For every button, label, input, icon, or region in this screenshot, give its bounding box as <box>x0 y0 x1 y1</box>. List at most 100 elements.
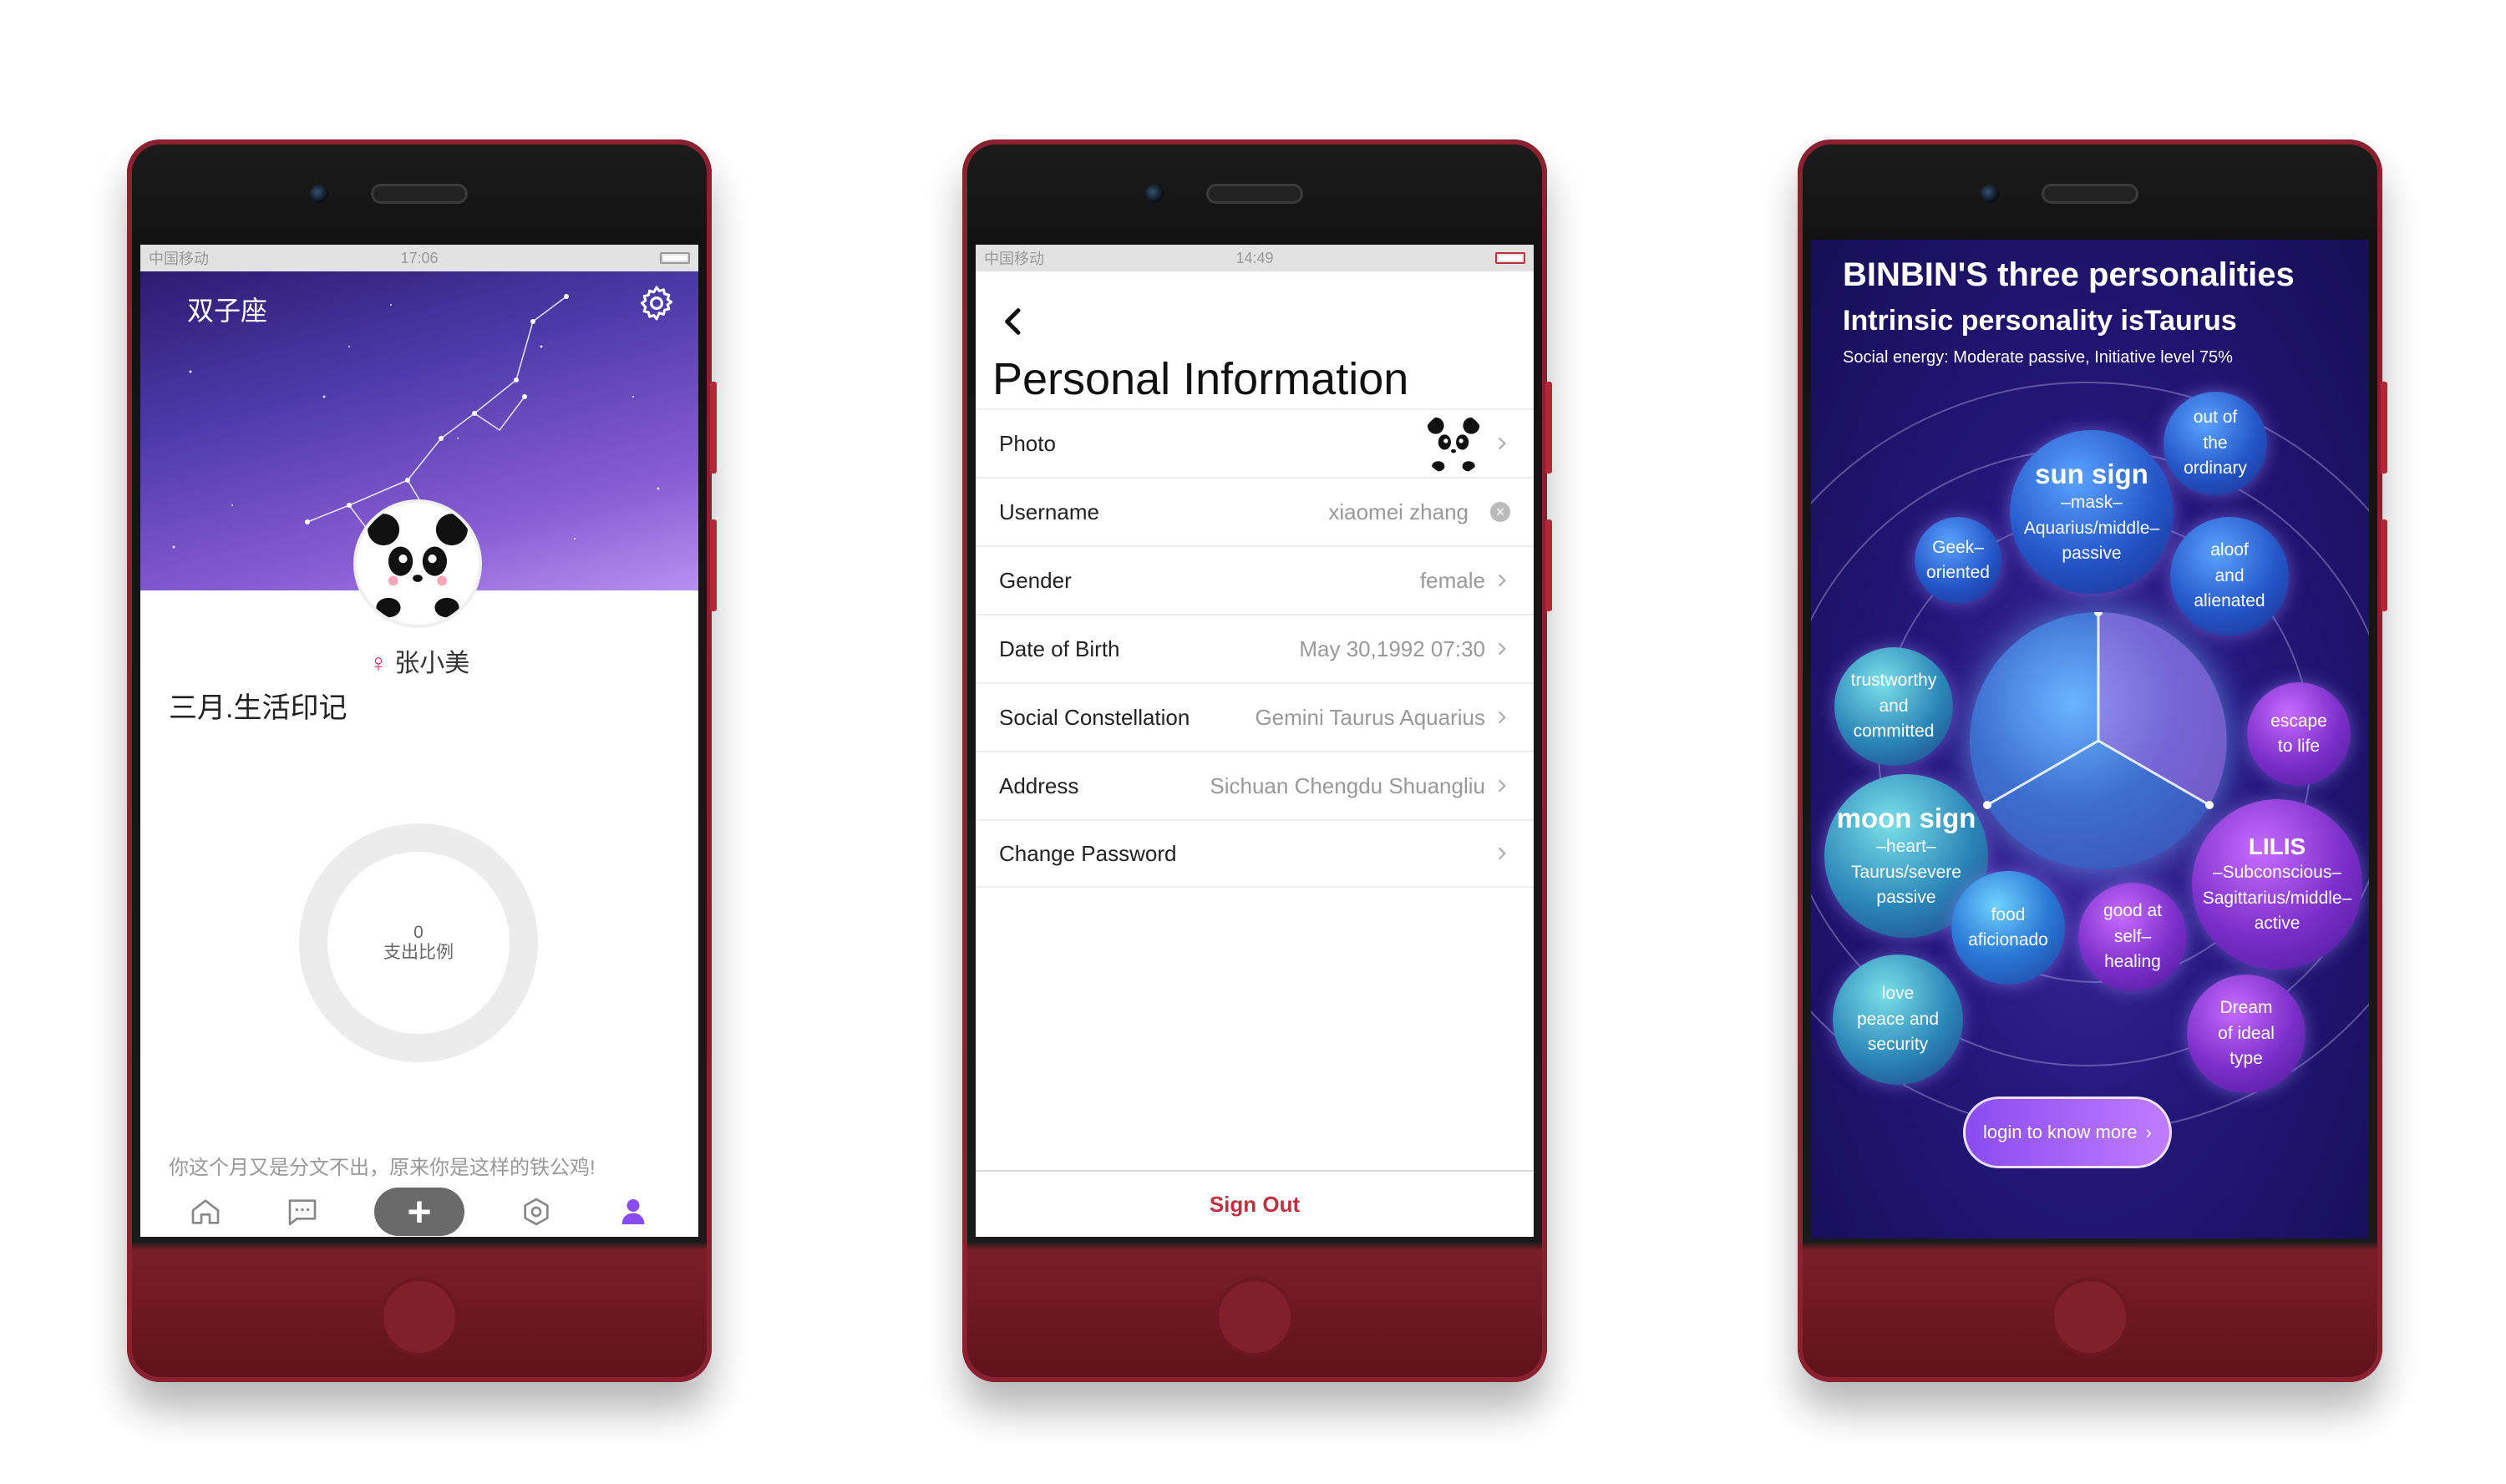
trait-line: self– <box>2113 926 2152 946</box>
front-camera <box>310 185 328 203</box>
row-photo[interactable]: Photo <box>976 408 1534 477</box>
avatar[interactable] <box>353 499 482 628</box>
ring-label: 支出比例 <box>383 943 454 962</box>
username: ♀ 张小美 <box>140 642 698 679</box>
chevron-right-icon <box>1498 711 1506 724</box>
home-button[interactable] <box>380 1278 459 1356</box>
row-username[interactable]: Username xiaomei zhang × <box>976 477 1534 545</box>
panda-avatar-icon <box>366 514 469 618</box>
row-label: Date of Birth <box>999 636 1120 661</box>
spending-tip: 你这个月又是分文不出，原来你是这样的铁公鸡! <box>169 1157 596 1179</box>
trait-line: peace and <box>1856 1009 1940 1029</box>
row-date-of-birth[interactable]: Date of Birth May 30,1992 07:30 <box>976 614 1534 682</box>
side-button <box>710 519 717 611</box>
sun-sign-line: Aquarius/middle– <box>2023 518 2160 538</box>
trait-line: to life <box>2277 737 2321 756</box>
sun-sign-line: passive <box>2062 544 2122 564</box>
status-time: 14:49 <box>1235 249 1274 266</box>
side-button <box>1545 519 1552 611</box>
home-button[interactable] <box>2051 1278 2129 1356</box>
row-address[interactable]: Address Sichuan Chengdu Shuangliu <box>976 751 1534 819</box>
trait-out-of-ordinary[interactable]: out of the ordinary <box>2164 392 2267 495</box>
row-label: Change Password <box>999 840 1177 866</box>
trait-food-aficionado[interactable]: food aficionado <box>1951 871 2065 985</box>
chevron-right-icon <box>1498 574 1506 587</box>
side-button <box>1545 382 1552 474</box>
login-button[interactable]: login to know more › <box>1963 1097 2172 1168</box>
chevron-right-icon <box>1498 642 1506 656</box>
ring-center-label: 0 支出比例 <box>299 923 538 963</box>
trait-love-peace[interactable]: love peace and security <box>1833 955 1963 1085</box>
trait-line: and <box>1879 696 1909 716</box>
row-gender[interactable]: Gender female <box>976 545 1534 614</box>
trait-geek-oriented[interactable]: Geek– oriented <box>1915 517 2001 604</box>
trait-line: escape <box>2270 711 2327 731</box>
trait-escape-to-life[interactable]: escape to life <box>2247 682 2351 786</box>
phone-3: BINBIN'S three personalities Intrinsic p… <box>1798 139 2387 1382</box>
female-icon: ♀ <box>368 650 388 677</box>
phone-2: 中国移动 14:49 Personal Information Photo Us… <box>962 139 1552 1382</box>
trait-line: Geek– <box>1932 537 1984 557</box>
section-title: 三月.生活印记 <box>169 692 347 724</box>
personalities-subtitle: Intrinsic personality isTaurus <box>1843 305 2237 337</box>
login-label: login to know more <box>1983 1122 2138 1142</box>
row-label: Social Constellation <box>999 704 1190 730</box>
status-bar: 中国移动 14:49 <box>976 245 1534 271</box>
bottom-tab-bar: + <box>140 1187 698 1237</box>
trait-line: good at <box>2103 901 2163 921</box>
username-text: 张小美 <box>394 650 470 677</box>
lilis-bubble[interactable]: LILIS –Subconscious– Sagittarius/middle–… <box>2192 799 2362 970</box>
trait-self-healing[interactable]: good at self– healing <box>2078 883 2187 991</box>
lilis-title: LILIS <box>2248 833 2306 859</box>
trait-aloof[interactable]: aloof and alienated <box>2170 517 2289 636</box>
chevron-right-icon <box>1498 847 1506 860</box>
add-button[interactable]: + <box>374 1188 464 1236</box>
sun-sign-line: –mask– <box>2061 493 2123 513</box>
back-chevron-icon[interactable] <box>997 305 1031 338</box>
front-camera <box>1981 185 1999 203</box>
message-icon <box>288 1199 317 1226</box>
tab-messages[interactable] <box>277 1187 327 1237</box>
dob-value: May 30,1992 07:30 <box>1299 636 1485 661</box>
address-value: Sichuan Chengdu Shuangliu <box>1210 772 1485 798</box>
status-time: 17:06 <box>400 249 439 266</box>
screen-personalities: BINBIN'S three personalities Intrinsic p… <box>1811 240 2369 1238</box>
row-social-constellation[interactable]: Social Constellation Gemini Taurus Aquar… <box>976 682 1534 751</box>
trait-line: type <box>2230 1049 2263 1069</box>
personalities-title: BINBIN'S three personalities <box>1843 256 2295 293</box>
trait-dream-ideal-type[interactable]: Dream of ideal type <box>2187 975 2306 1093</box>
sun-sign-title: sun sign <box>2035 458 2148 489</box>
zodiac-divider-graphic <box>1983 608 2227 809</box>
trait-line: of ideal <box>2218 1023 2275 1043</box>
row-label: Gender <box>999 567 1072 593</box>
moon-sign-line: Taurus/severe <box>1851 862 1961 882</box>
gender-value: female <box>1419 567 1485 593</box>
trait-line: food <box>1991 904 2026 924</box>
speaker-grille <box>1206 184 1303 204</box>
tab-discover[interactable] <box>511 1187 561 1237</box>
trait-line: and <box>2214 565 2245 585</box>
photo-thumbnail <box>1422 412 1485 475</box>
row-label: Photo <box>999 430 1056 456</box>
moon-sign-line: passive <box>1876 888 1936 908</box>
page-title: Personal Information <box>992 354 1409 404</box>
tab-profile[interactable] <box>608 1187 658 1237</box>
sign-out-button[interactable]: Sign Out <box>976 1170 1534 1237</box>
social-energy-text: Social energy: Moderate passive, Initiat… <box>1843 348 2233 367</box>
constellation-value: Gemini Taurus Aquarius <box>1255 704 1485 730</box>
trait-line: committed <box>1853 722 1935 742</box>
side-button <box>2381 519 2387 611</box>
ring-value: 0 <box>413 923 424 942</box>
trait-line: Dream <box>2219 998 2273 1018</box>
home-button[interactable] <box>1215 1278 1294 1356</box>
gear-icon[interactable] <box>637 283 677 323</box>
username-value: xiaomei zhang <box>1328 499 1469 524</box>
trait-line: alienated <box>2194 591 2265 611</box>
tab-home[interactable] <box>180 1187 231 1237</box>
clear-icon[interactable]: × <box>1490 502 1510 522</box>
row-change-password[interactable]: Change Password <box>976 819 1534 888</box>
trait-trustworthy[interactable]: trustworthy and committed <box>1834 647 1953 766</box>
sun-sign-bubble[interactable]: sun sign –mask– Aquarius/middle– passive <box>2010 430 2174 594</box>
speaker-grille <box>2042 184 2138 204</box>
trait-line: security <box>1867 1035 1929 1055</box>
